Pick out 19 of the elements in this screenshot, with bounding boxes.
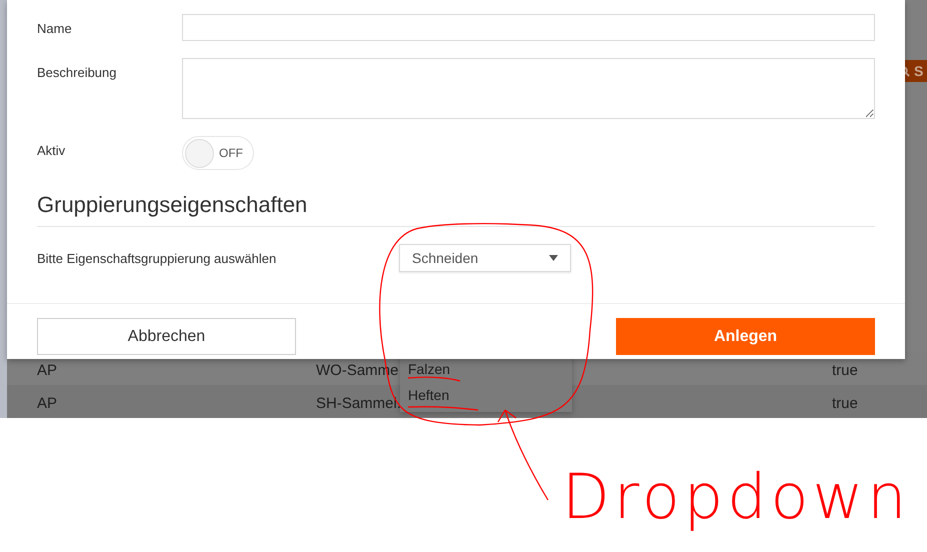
table-cell: AP bbox=[37, 395, 58, 412]
caret-icon bbox=[549, 255, 558, 261]
table-cell: AP bbox=[37, 362, 58, 380]
toggle-switch[interactable]: OFF bbox=[182, 136, 254, 170]
section-title: Gruppierungseigenschaften bbox=[37, 188, 875, 227]
field-label: Beschreibung bbox=[37, 64, 118, 82]
group-select[interactable]: Schneiden bbox=[399, 244, 571, 272]
field-label: Name bbox=[37, 20, 73, 38]
select-label: Bitte Eigenschaftsgruppierung auswählen bbox=[37, 250, 278, 268]
name-field[interactable] bbox=[182, 14, 875, 41]
table-cell: true bbox=[832, 362, 858, 380]
cancel-button[interactable]: Abbrechen bbox=[37, 318, 296, 355]
table-cell: true bbox=[832, 395, 858, 412]
description-field[interactable] bbox=[182, 58, 875, 119]
toggle-label: Aktiv bbox=[37, 142, 66, 160]
dropdown-option[interactable]: Falzen bbox=[400, 356, 572, 382]
create-button[interactable]: Anlegen bbox=[616, 318, 875, 355]
table-cell: SH-Sammel. bbox=[316, 395, 402, 412]
dropdown-option[interactable]: Heften bbox=[400, 382, 572, 408]
